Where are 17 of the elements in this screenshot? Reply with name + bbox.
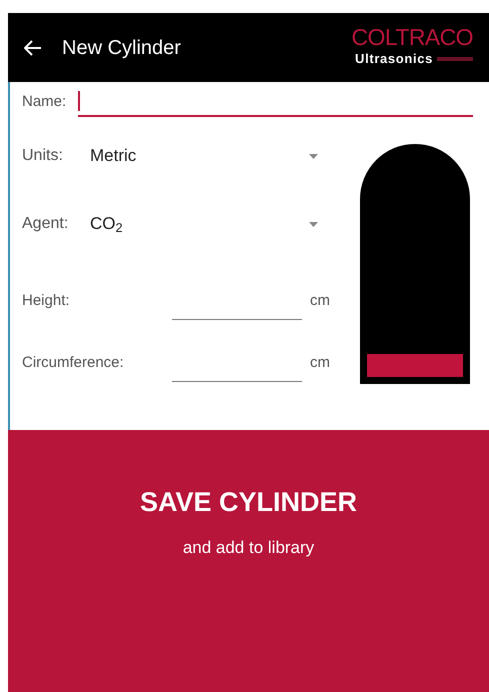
screen-title: New Cylinder [62,36,181,60]
dropdown[interactable]: Metric [90,143,330,169]
field-label: Height: [22,290,71,310]
caret-icon [309,222,318,226]
field-label: Units: [22,146,64,166]
dropdown[interactable]: CO$_{2}$ [90,211,330,237]
field-label: Circumference: [22,352,125,372]
back-arrow-icon[interactable] [24,40,42,56]
logo-wordmark: COLTRACO [352,26,473,50]
field-label: Agent: [22,214,70,234]
field-label: Name: [22,92,66,112]
logo-subtitle: Ultrasonics [355,50,433,68]
caret-icon [309,154,318,158]
unit-label: cm [310,352,330,372]
logo-tagline-mark [437,57,473,61]
unit-label: cm [310,290,330,310]
save-cylinder-button[interactable]: SAVE CYLINDER and add to library [8,430,489,692]
